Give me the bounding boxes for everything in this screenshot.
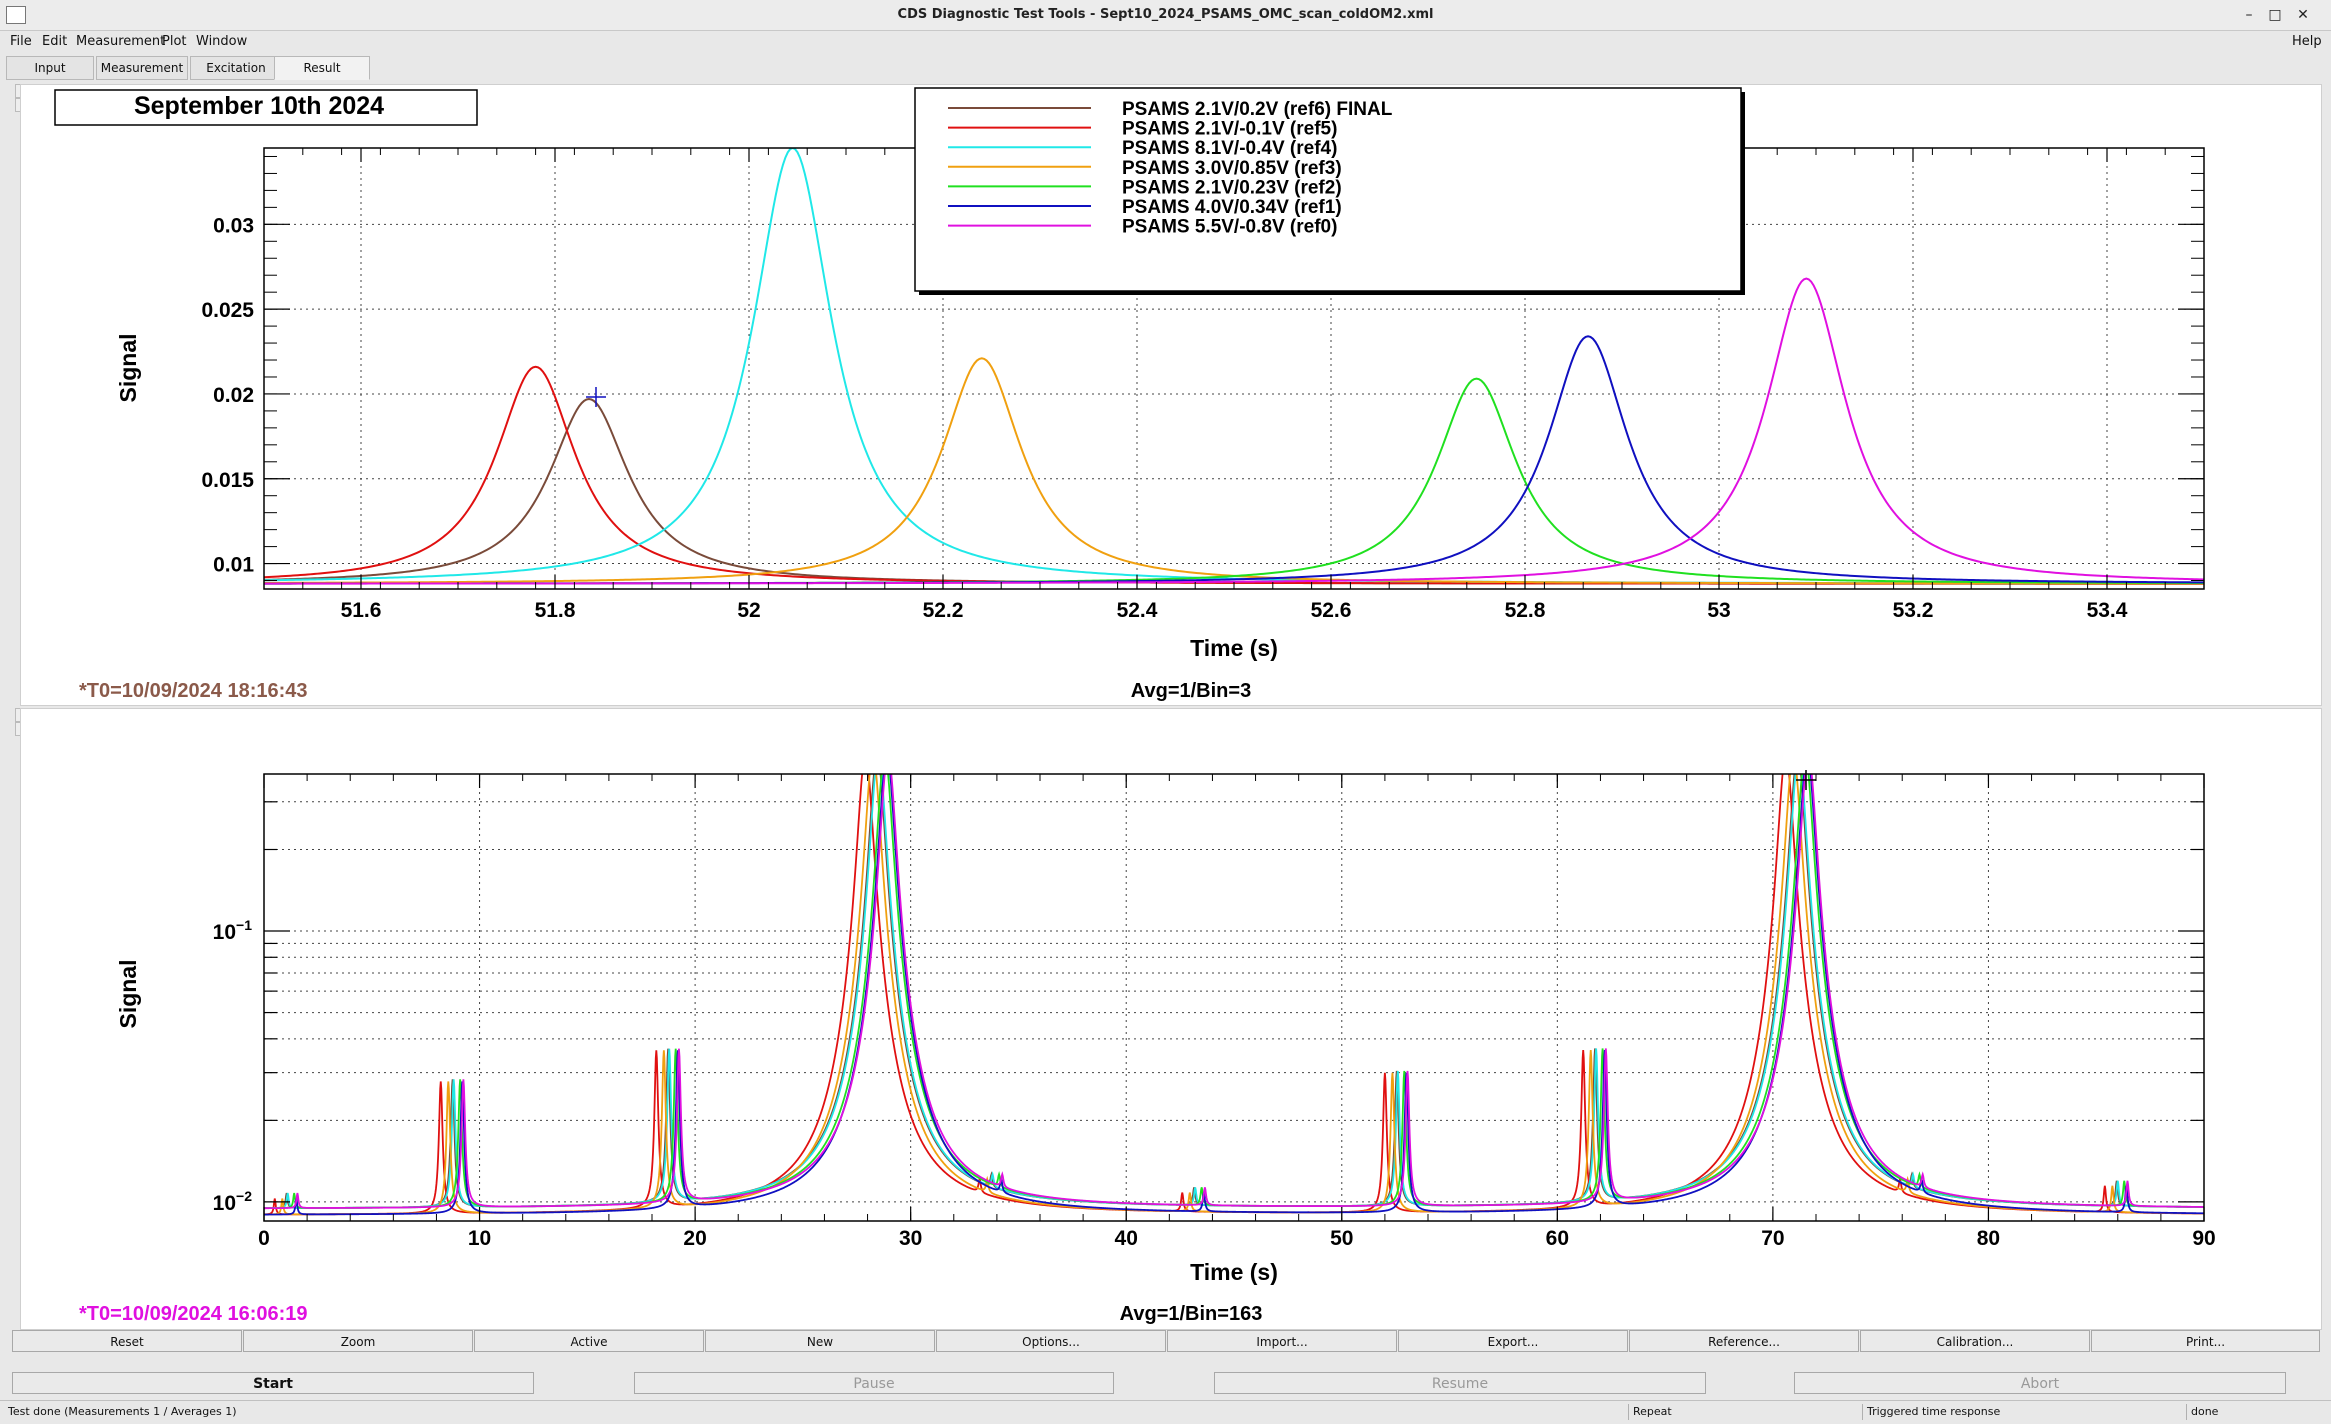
tab-measurement[interactable]: Measurement [96, 56, 188, 80]
bottom-plot-frame [263, 773, 2205, 1222]
tab-result[interactable]: Result [274, 56, 370, 80]
top-chart[interactable]: 51.6 51.8 52 52.2 52.4 52.6 52.8 53 53.2 53.4 0.01… [21, 85, 2321, 705]
top-y-tick-label: 0.015 [201, 469, 254, 492]
top-x-tick-label: 52 [737, 599, 760, 622]
legend-entry: PSAMS 8.1V/-0.4V (ref4) [1122, 138, 1337, 159]
legend-entry: PSAMS 2.1V/0.2V (ref6) FINAL [1122, 99, 1393, 120]
top-x-tick-label: 51.6 [341, 599, 382, 622]
legend-entry: PSAMS 2.1V/0.23V (ref2) [1122, 177, 1342, 198]
bottom-x-tick-label: 20 [683, 1227, 706, 1250]
bottom-y-axis-label: Signal [115, 959, 141, 1028]
top-x-tick-label: 53 [1707, 599, 1730, 622]
bottom-chart[interactable]: 0 10 20 30 40 50 60 70 80 90 10−2 10−1 Time (s) Sig… [21, 709, 2321, 1329]
bottom-series-line [264, 774, 2204, 1216]
window-title: CDS Diagnostic Test Tools - Sept10_2024_… [897, 7, 1434, 22]
zoom-button[interactable]: Zoom [243, 1330, 473, 1352]
menu-plot[interactable]: Plot [162, 34, 187, 49]
bottom-series-line [264, 774, 2204, 1210]
top-t0-label: *T0=10/09/2024 18:16:43 [79, 680, 308, 702]
legend-entry: PSAMS 5.5V/-0.8V (ref0) [1122, 217, 1337, 238]
top-y-tick-label: 0.02 [213, 384, 254, 407]
export-button[interactable]: Export... [1398, 1330, 1628, 1352]
top-y-tick-label: 0.01 [213, 554, 254, 577]
top-x-tick-label: 52.2 [923, 599, 964, 622]
restore-icon[interactable]: □ [2264, 4, 2286, 26]
menu-file[interactable]: File [10, 34, 32, 49]
bottom-x-tick-label: 90 [2192, 1227, 2215, 1250]
menu-measurement[interactable]: Measurement [76, 34, 165, 49]
resume-button[interactable]: Resume [1214, 1372, 1706, 1394]
legend-entry: PSAMS 3.0V/0.85V (ref3) [1122, 158, 1342, 179]
tab-excitation[interactable]: Excitation [190, 56, 282, 80]
pause-button[interactable]: Pause [634, 1372, 1114, 1394]
minimize-icon[interactable]: – [2238, 4, 2260, 26]
bottom-x-axis-label: Time (s) [1190, 1259, 1278, 1285]
top-x-axis-label: Time (s) [1190, 635, 1278, 661]
bottom-x-tick-label: 50 [1330, 1227, 1353, 1250]
bottom-y-tick-label: 10−2 [213, 1188, 253, 1215]
top-avg-label: Avg=1/Bin=3 [1131, 680, 1251, 702]
run-control-row: Start Pause Resume Abort [12, 1372, 2320, 1394]
status-bar: Test done (Measurements 1 / Averages 1) … [0, 1400, 2331, 1423]
menu-window[interactable]: Window [196, 34, 247, 49]
bottom-series [264, 774, 2204, 1216]
bottom-y-tick-label: 10−1 [213, 917, 253, 944]
bottom-avg-label: Avg=1/Bin=163 [1120, 1303, 1263, 1325]
top-y-tick-label: 0.025 [201, 299, 254, 322]
reset-button[interactable]: Reset [12, 1330, 242, 1352]
bottom-grid [263, 774, 2205, 1221]
print-button[interactable]: Print... [2091, 1330, 2320, 1352]
top-x-tick-label: 51.8 [535, 599, 576, 622]
bottom-x-tick-label: 40 [1115, 1227, 1138, 1250]
legend-entry: PSAMS 4.0V/0.34V (ref1) [1122, 197, 1342, 218]
top-y-tick-label: 0.03 [213, 214, 254, 237]
status-message: Test done (Measurements 1 / Averages 1) [8, 1405, 237, 1418]
bottom-x-tick-label: 60 [1546, 1227, 1569, 1250]
top-series-line [264, 357, 2204, 585]
bottom-x-tick-label: 70 [1761, 1227, 1784, 1250]
bottom-x-tick-label: 10 [468, 1227, 491, 1250]
top-x-tick-label: 53.4 [2087, 599, 2128, 622]
calibration-button[interactable]: Calibration... [1860, 1330, 2090, 1352]
bottom-x-tick-label: 30 [899, 1227, 922, 1250]
bottom-series-line [264, 774, 2204, 1210]
menu-help[interactable]: Help [2292, 34, 2322, 49]
new-button[interactable]: New [705, 1330, 935, 1352]
menu-bar: File Edit Measurement Plot Window Help [0, 31, 2331, 51]
bottom-x-tick-label: 0 [258, 1227, 270, 1250]
bottom-t0-label: *T0=10/09/2024 16:06:19 [79, 1303, 308, 1325]
tab-input[interactable]: Input [6, 56, 94, 80]
top-x-tick-label: 52.8 [1505, 599, 1546, 622]
date-label: September 10th 2024 [134, 92, 384, 120]
bottom-plot-panel: 0 10 20 30 40 50 60 70 80 90 10−2 10−1 Time (s) Sig… [20, 708, 2322, 1330]
status-type: Triggered time response [1862, 1404, 2187, 1420]
bottom-series-line [264, 774, 2204, 1210]
menu-edit[interactable]: Edit [42, 34, 67, 49]
bottom-series-line [264, 774, 2204, 1216]
top-y-axis-label: Signal [115, 333, 141, 402]
reference-button[interactable]: Reference... [1629, 1330, 1859, 1352]
top-x-tick-label: 52.4 [1117, 599, 1158, 622]
status-state: done [2186, 1404, 2331, 1420]
options-button[interactable]: Options... [936, 1330, 1166, 1352]
legend-entry: PSAMS 2.1V/-0.1V (ref5) [1122, 119, 1337, 140]
bottom-series-line [264, 774, 2204, 1216]
top-x-tick-label: 52.6 [1311, 599, 1352, 622]
control-button-row: Reset Zoom Active New Options... Import.… [12, 1330, 2320, 1352]
bottom-x-tick-label: 80 [1977, 1227, 2000, 1250]
cursor-marker-icon[interactable] [586, 387, 606, 407]
import-button[interactable]: Import... [1167, 1330, 1397, 1352]
status-mode: Repeat [1628, 1404, 1863, 1420]
bottom-series-line [264, 774, 2204, 1210]
top-x-tick-label: 53.2 [1893, 599, 1934, 622]
active-button[interactable]: Active [474, 1330, 704, 1352]
abort-button[interactable]: Abort [1794, 1372, 2286, 1394]
bottom-ticks: 0 10 20 30 40 50 60 70 80 90 10−2 10−1 [213, 774, 2216, 1250]
close-icon[interactable]: ✕ [2292, 4, 2314, 26]
top-series-line [264, 377, 2204, 585]
start-button[interactable]: Start [12, 1372, 534, 1394]
top-plot-panel: 51.6 51.8 52 52.2 52.4 52.6 52.8 53 53.2 53.4 0.01… [20, 84, 2322, 706]
title-bar: CDS Diagnostic Test Tools - Sept10_2024_… [0, 0, 2331, 31]
